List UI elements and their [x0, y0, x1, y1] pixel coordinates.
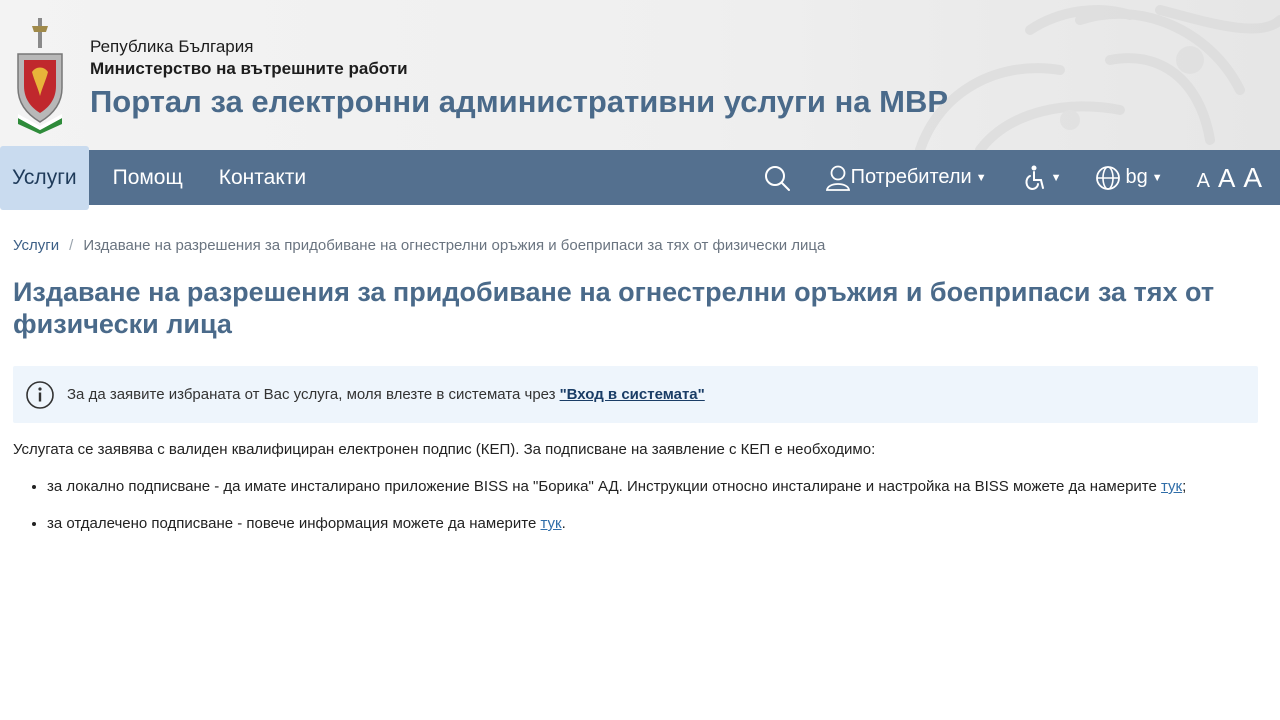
language-dropdown[interactable]: bg ▼ — [1095, 165, 1163, 191]
breadcrumb-separator: / — [69, 237, 74, 254]
bullet-end: . — [561, 515, 566, 532]
biss-instructions-link[interactable]: тук — [1161, 478, 1182, 495]
chevron-down-icon: ▼ — [1050, 171, 1062, 184]
country-name: Република България — [90, 37, 254, 56]
bullet-end: ; — [1182, 478, 1187, 495]
info-icon — [26, 380, 54, 409]
font-size-controls: A A A — [1197, 162, 1262, 194]
signature-options-list: за локално подписване - да имате инстали… — [13, 476, 1258, 534]
search-icon — [764, 165, 790, 191]
list-item: за отдалечено подписване - повече информ… — [47, 513, 1258, 534]
remote-signing-link[interactable]: тук — [541, 515, 562, 532]
breadcrumb-current: Издаване на разрешения за придобиване на… — [83, 237, 826, 254]
nav-item-services[interactable]: Услуги — [0, 146, 89, 210]
accessibility-icon — [1025, 165, 1044, 190]
page-title: Издаване на разрешения за придобиване на… — [13, 277, 1215, 339]
login-info-alert: За да заявите избраната от Вас услуга, м… — [13, 366, 1258, 423]
accessibility-dropdown[interactable]: ▼ — [1021, 164, 1062, 192]
chevron-down-icon: ▼ — [975, 171, 987, 184]
alert-text: За да заявите избраната от Вас услуга, м… — [67, 386, 556, 403]
list-item: за локално подписване - да имате инстали… — [47, 476, 1258, 497]
users-label: Потребители — [850, 166, 972, 188]
main-content: Услуги / Издаване на разрешения за придоби… — [0, 237, 1280, 534]
mvr-crest-icon — [17, 18, 63, 134]
remote-signing-text: за отдалечено подписване - повече информ… — [47, 515, 537, 532]
signature-intro: Услугата се заявява с валиден квалифицир… — [13, 441, 876, 458]
chevron-down-icon: ▼ — [1151, 171, 1163, 184]
nav-item-contacts[interactable]: Контакти — [207, 150, 318, 205]
local-signing-text: за локално подписване - да имате инстали… — [47, 478, 1157, 495]
login-link[interactable]: "Вход в системата" — [560, 386, 705, 403]
font-decrease-button[interactable]: A — [1197, 170, 1210, 193]
user-icon — [825, 165, 850, 191]
breadcrumb: Услуги / Издаване на разрешения за придоби… — [13, 237, 1258, 254]
ministry-name: Министерство на вътрешните работи — [90, 59, 408, 78]
language-label: bg — [1125, 166, 1148, 188]
font-reset-button[interactable]: A — [1218, 163, 1235, 194]
font-increase-button[interactable]: A — [1243, 162, 1262, 194]
globe-icon — [1096, 165, 1121, 190]
site-header: Република България Министерство на вътре… — [0, 0, 1280, 150]
main-navigation: Услуги Помощ Контакти Потребители ▼ ▼ bg… — [0, 146, 1280, 210]
nav-item-help[interactable]: Помощ — [101, 150, 195, 205]
portal-title[interactable]: Портал за електронни административни усл… — [90, 82, 948, 122]
users-dropdown[interactable]: Потребители ▼ — [825, 164, 987, 192]
breadcrumb-home-link[interactable]: Услуги — [13, 237, 59, 254]
search-button[interactable] — [763, 164, 791, 192]
